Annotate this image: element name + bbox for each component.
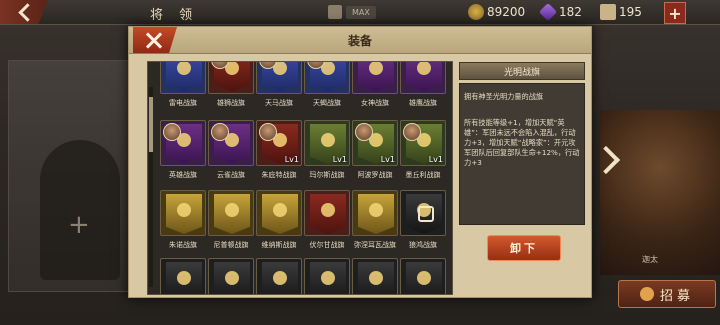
banner-card[interactable] <box>160 62 206 94</box>
max-badge: MAX <box>328 4 376 20</box>
gold-resource: 89200 <box>468 3 525 21</box>
banner-name: 女神战旗 <box>361 99 389 107</box>
detail-title-bar: 光明战旗 <box>459 62 585 80</box>
banner-card[interactable] <box>400 62 446 94</box>
banner-name: 玛尔斯战旗 <box>309 171 345 179</box>
banner-name: 云雀战旗 <box>217 171 245 179</box>
banner-name: 雄狮战旗 <box>217 99 245 107</box>
banner-name: 维纳斯战旗 <box>261 241 297 249</box>
modal-title: 装备 <box>347 34 372 48</box>
banner-card[interactable]: Lv1 <box>304 120 350 166</box>
banner-name: 弥涅耳瓦战旗 <box>354 241 396 249</box>
banner-name: 天蝎战旗 <box>313 99 341 107</box>
scroll-resource: 195 <box>600 3 642 21</box>
chevron-left-icon <box>17 2 37 22</box>
emblem-icon <box>321 133 335 147</box>
banner-card[interactable] <box>160 120 206 166</box>
banner-card[interactable] <box>256 190 302 236</box>
banner-card[interactable] <box>400 190 446 236</box>
gem-resource: 182 <box>538 2 582 22</box>
equipped-general-avatar <box>355 123 373 141</box>
max-label: MAX <box>346 5 376 19</box>
banner-card[interactable] <box>208 120 254 166</box>
detail-effect: 所有技能等级+1，增加天赋“英雄”：军团未远不会陷入混乱，行动力+3，增加天赋“… <box>464 118 580 167</box>
banner-name: 雄鹰战旗 <box>409 99 437 107</box>
emblem-icon <box>273 203 287 217</box>
banner-level: Lv1 <box>380 155 395 164</box>
emblem-icon <box>369 203 383 217</box>
banner-card[interactable] <box>256 258 302 294</box>
banner-card[interactable]: Lv1 <box>400 120 446 166</box>
detail-title: 光明战旗 <box>503 68 540 78</box>
screen-title: 将 领 <box>150 8 199 23</box>
general-name: 迦太 <box>642 255 658 264</box>
scroll-value: 195 <box>619 5 642 19</box>
unequip-label: 卸下 <box>510 242 538 255</box>
banner-name: 伏尔甘战旗 <box>309 241 345 249</box>
banner-card[interactable] <box>208 258 254 294</box>
banner-name: 英雄战旗 <box>169 171 197 179</box>
add-resource-button[interactable]: + <box>664 2 686 24</box>
temple-icon <box>328 5 342 19</box>
emblem-icon <box>225 271 239 285</box>
recruit-button[interactable]: 招募 <box>618 280 716 308</box>
emblem-icon <box>273 271 287 285</box>
banner-card[interactable] <box>352 190 398 236</box>
emblem-icon <box>321 271 335 285</box>
gem-icon <box>538 2 558 22</box>
banner-grid: 雷电战旗 雄狮战旗 天马战旗 天蝎战旗 女神战旗 雄鹰战旗英雄战旗 云雀战旗 Lv1 朱庇特战旗… <box>147 61 453 295</box>
banner-card[interactable] <box>352 258 398 294</box>
emblem-icon <box>417 271 431 285</box>
emblem-icon <box>177 62 191 75</box>
banner-name: 朱庇特战旗 <box>261 171 297 179</box>
scroll-icon <box>600 4 616 20</box>
banner-card[interactable] <box>208 62 254 94</box>
equipped-general-avatar <box>259 123 277 141</box>
equipment-modal: 装备 雷电战旗 雄狮战旗 天马战旗 天蝎战旗 女神战旗 雄鹰战旗英雄战旗 云雀战旗 Lv1 朱庇… <box>128 26 592 298</box>
emblem-icon <box>369 62 383 75</box>
banner-name: 朱诺战旗 <box>169 241 197 249</box>
add-general-icon[interactable]: + <box>68 210 90 240</box>
emblem-icon <box>369 271 383 285</box>
emblem-icon <box>177 203 191 217</box>
detail-box: 拥有神圣光明力量的战旗 所有技能等级+1，增加天赋“英雄”：军团未远不会陷入混乱… <box>459 83 585 225</box>
recruit-icon <box>639 287 654 301</box>
banner-name: 墨丘利战旗 <box>405 171 441 179</box>
equipped-general-avatar <box>163 123 181 141</box>
banner-level: Lv1 <box>284 155 299 164</box>
recruit-label: 招募 <box>659 288 694 304</box>
banner-card[interactable] <box>304 258 350 294</box>
banner-card[interactable] <box>256 62 302 94</box>
banner-name: 尼普顿战旗 <box>213 241 249 249</box>
banner-name: 狼鸿战旗 <box>409 241 437 249</box>
emblem-icon <box>225 203 239 217</box>
banner-card[interactable] <box>400 258 446 294</box>
banner-name: 天马战旗 <box>265 99 293 107</box>
scrollbar-thumb[interactable] <box>149 97 153 152</box>
banner-card[interactable] <box>304 62 350 94</box>
banner-card[interactable]: Lv1 <box>352 120 398 166</box>
banner-card[interactable] <box>160 258 206 294</box>
banner-card[interactable] <box>304 190 350 236</box>
detail-description: 拥有神圣光明力量的战旗 <box>464 92 544 101</box>
general-portrait[interactable] <box>600 110 720 275</box>
gold-icon <box>468 4 484 20</box>
emblem-icon <box>417 62 431 75</box>
lock-icon <box>418 206 434 222</box>
equipped-general-avatar <box>403 123 421 141</box>
banner-level: Lv1 <box>428 155 443 164</box>
unequip-button[interactable]: 卸下 <box>487 235 561 261</box>
banner-level: Lv1 <box>332 155 347 164</box>
equipped-general-avatar <box>211 123 229 141</box>
emblem-icon <box>177 271 191 285</box>
banner-card[interactable] <box>208 190 254 236</box>
banner-card[interactable]: Lv1 <box>256 120 302 166</box>
banner-name: 阿波罗战旗 <box>357 171 393 179</box>
banner-card[interactable] <box>160 190 206 236</box>
emblem-icon <box>321 203 335 217</box>
banner-name: 雷电战旗 <box>169 99 197 107</box>
banner-card[interactable] <box>352 62 398 94</box>
gem-value: 182 <box>559 5 582 19</box>
gold-value: 89200 <box>487 5 526 19</box>
